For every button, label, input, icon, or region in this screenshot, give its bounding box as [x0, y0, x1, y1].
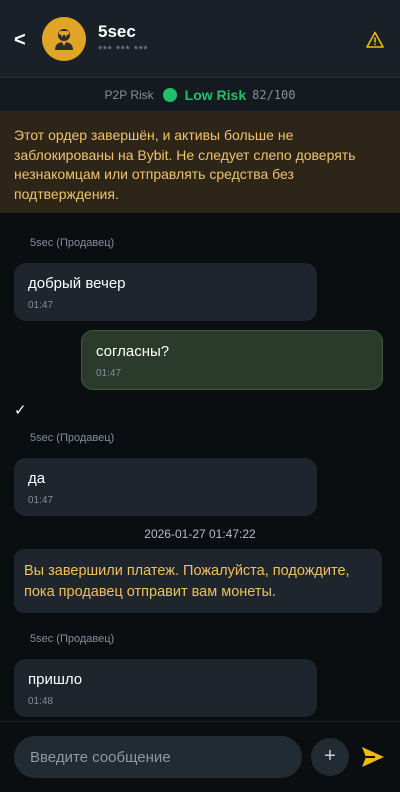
composer: +: [0, 721, 400, 792]
risk-level: Low Risk: [184, 86, 247, 103]
message-bubble[interactable]: да 01:47: [14, 458, 317, 516]
system-message-text: Вы завершили платеж. Пожалуйста, подожди…: [24, 563, 350, 600]
contact-name[interactable]: 5sec: [98, 22, 136, 42]
message-sender: 5sec (Продавец): [30, 432, 115, 444]
message-text: да: [28, 470, 46, 487]
order-warning-banner: Этот ордер завершён, и активы больше не …: [0, 112, 400, 213]
user-avatar-icon: [55, 29, 73, 50]
own-message-bubble[interactable]: согласны? 01:47: [81, 330, 383, 390]
message-bubble[interactable]: добрый вечер 01:47: [14, 263, 317, 321]
risk-label: P2P Risk: [104, 87, 154, 102]
chat-header: < 5sec *** *** ***: [0, 0, 400, 78]
send-plane-icon[interactable]: [360, 745, 386, 769]
message-sender: 5sec (Продавец): [30, 633, 115, 645]
system-timestamp: 2026-01-27 01:47:22: [144, 527, 256, 541]
message-text: согласны?: [96, 343, 170, 360]
warning-triangle-icon[interactable]: [366, 31, 384, 49]
risk-score: 82/100: [252, 87, 296, 102]
message-sender: 5sec (Продавец): [30, 237, 115, 249]
message-time: 01:47: [28, 300, 54, 311]
message-time: 01:48: [28, 696, 54, 707]
message-input[interactable]: [14, 736, 302, 778]
system-message: Вы завершили платеж. Пожалуйста, подожди…: [14, 549, 382, 613]
message-time: 01:47: [28, 495, 54, 506]
risk-indicator[interactable]: P2P Risk Low Risk 82/100: [0, 78, 400, 112]
contact-masked-id: *** *** ***: [98, 44, 149, 56]
back-button[interactable]: <: [14, 27, 34, 53]
message-bubble[interactable]: пришло 01:48: [14, 659, 317, 717]
warning-text: Этот ордер завершён, и активы больше не …: [14, 127, 356, 202]
avatar[interactable]: [42, 17, 86, 61]
message-list[interactable]: 5sec (Продавец) добрый вечер 01:47 согла…: [0, 213, 400, 721]
read-check-icon: ✓: [14, 402, 27, 419]
message-text: добрый вечер: [28, 275, 126, 292]
add-attachment-button[interactable]: +: [311, 738, 349, 776]
risk-status-icon: [162, 87, 177, 102]
message-text: пришло: [28, 671, 83, 688]
message-time: 01:47: [96, 368, 122, 379]
